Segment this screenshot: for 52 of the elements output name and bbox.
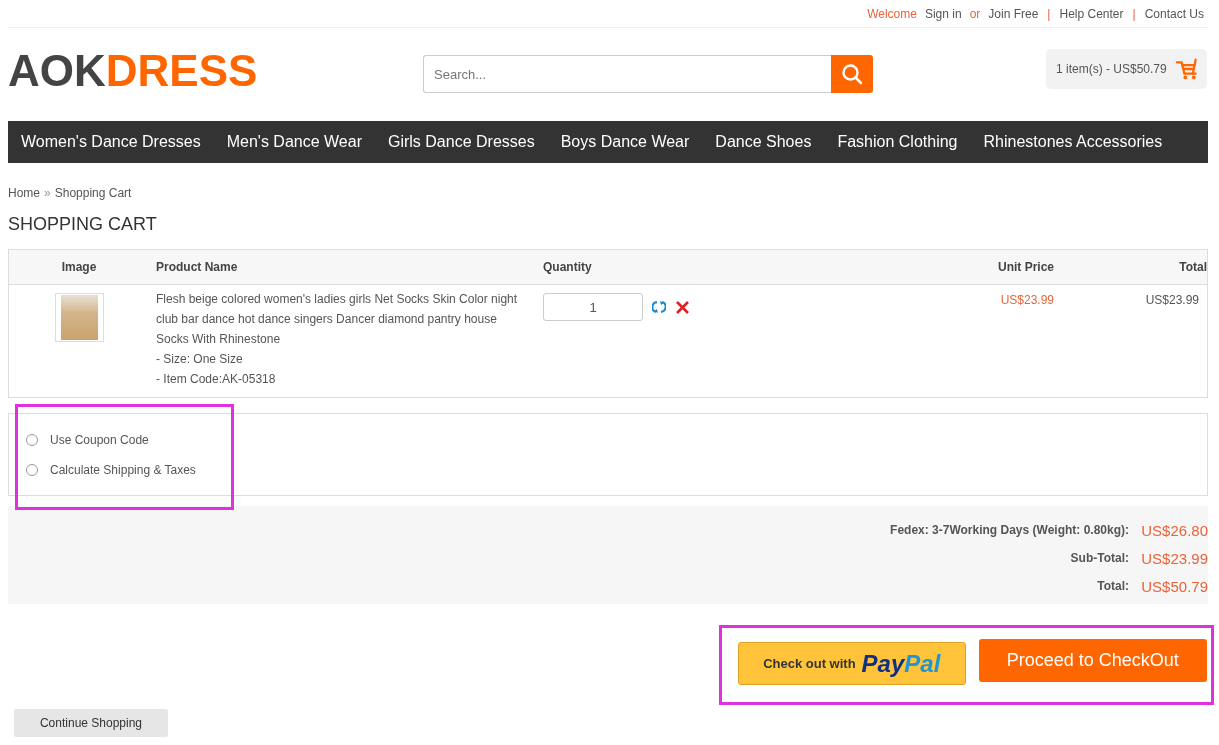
total-label: Sub-Total: bbox=[1070, 551, 1129, 565]
line-total: US$23.99 bbox=[1144, 293, 1200, 309]
link-separator: | bbox=[1047, 6, 1051, 21]
column-header: Total bbox=[1178, 260, 1207, 274]
radio-button[interactable] bbox=[26, 464, 38, 476]
breadcrumb-separator: » bbox=[44, 186, 51, 200]
total-label: Fedex: 3-7Working Days (Weight: 0.80kg): bbox=[890, 523, 1129, 537]
nav-link[interactable]: Women's Dance Dresses bbox=[21, 133, 214, 151]
breadcrumb-link[interactable]: Shopping Cart bbox=[54, 186, 132, 200]
quantity-field[interactable]: 1 bbox=[543, 293, 643, 321]
column-header: Unit Price bbox=[997, 260, 1054, 274]
remove-icon[interactable] bbox=[675, 300, 690, 315]
product-option: - Item Code:AK-05318 bbox=[156, 369, 531, 389]
search-button[interactable] bbox=[831, 55, 873, 93]
welcome-text: Welcome bbox=[867, 6, 917, 21]
search-field[interactable]: Search... bbox=[423, 55, 831, 93]
mini-cart[interactable]: 1 item(s) - US$50.79 bbox=[1046, 49, 1207, 89]
total-label: Total: bbox=[1097, 579, 1129, 593]
continue-shopping-button[interactable]: Continue Shopping bbox=[14, 709, 168, 737]
nav-link[interactable]: Dance Shoes bbox=[715, 133, 825, 151]
search-icon bbox=[841, 63, 863, 85]
header-link[interactable]: Contact Us bbox=[1144, 6, 1204, 21]
link-separator: | bbox=[1132, 6, 1136, 21]
nav-link[interactable]: Boys Dance Wear bbox=[560, 133, 703, 151]
column-header: Quantity bbox=[543, 260, 593, 274]
header-link[interactable]: Help Center bbox=[1059, 6, 1124, 21]
nav-link[interactable]: Rhinestones Accessories bbox=[983, 133, 1176, 151]
paypal-checkout-button[interactable]: Check out with PayPal bbox=[738, 642, 966, 685]
product-thumbnail[interactable] bbox=[54, 293, 104, 342]
site-logo[interactable]: AOKDRESS bbox=[8, 46, 423, 96]
photo-placeholder bbox=[60, 295, 98, 340]
welcome-text: or bbox=[969, 6, 981, 21]
total-value: US$50.79 bbox=[1140, 577, 1208, 595]
radio-button[interactable] bbox=[26, 434, 38, 446]
header-link[interactable]: Sign in bbox=[924, 6, 962, 21]
cart-summary: 1 item(s) - US$50.79 bbox=[1056, 62, 1167, 76]
nav-link[interactable]: Girls Dance Dresses bbox=[388, 133, 548, 151]
header-link[interactable]: Join Free bbox=[988, 6, 1039, 21]
product-option: - Size: One Size bbox=[156, 349, 531, 369]
nav-link[interactable]: Fashion Clothing bbox=[837, 133, 971, 151]
unit-price: US$23.99 bbox=[999, 293, 1054, 309]
option-label[interactable]: Use Coupon Code bbox=[50, 433, 149, 447]
breadcrumb-link[interactable]: Home bbox=[8, 186, 40, 200]
column-header: Image bbox=[60, 260, 98, 274]
column-header: Product Name bbox=[155, 260, 239, 274]
page-title: SHOPPING CART bbox=[8, 214, 158, 235]
option-label[interactable]: Calculate Shipping & Taxes bbox=[50, 463, 196, 477]
product-name[interactable]: Flesh beige colored women's ladies girls Net Socks Skin Color night club bar dance hot dance singers Dancer diamond pantry house Socks With Rhinestone bbox=[156, 289, 531, 349]
total-value: US$26.80 bbox=[1140, 521, 1208, 539]
refresh-icon[interactable] bbox=[652, 300, 666, 314]
nav-link[interactable]: Men's Dance Wear bbox=[226, 133, 375, 151]
total-value: US$23.99 bbox=[1140, 549, 1208, 567]
